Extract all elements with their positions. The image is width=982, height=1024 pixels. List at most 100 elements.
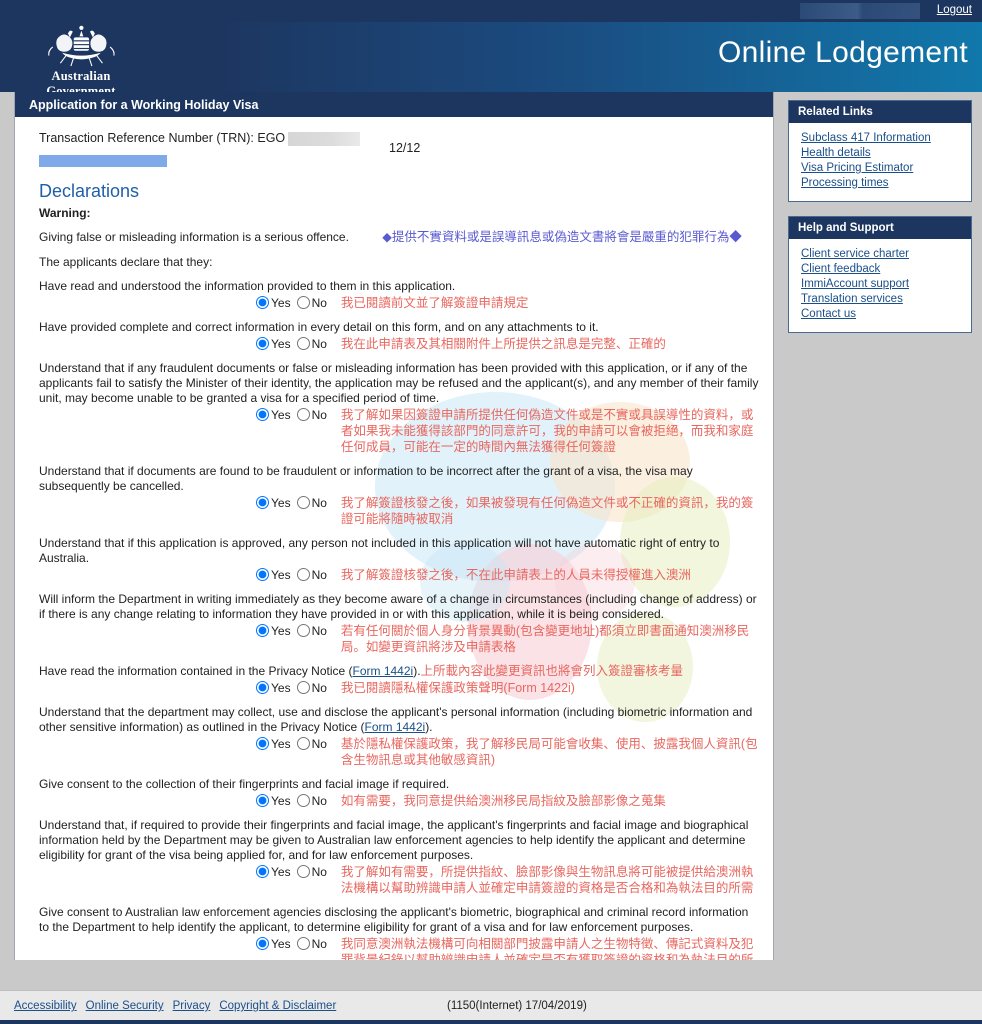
declaration-radio-group[interactable]: Yes No — [256, 736, 333, 751]
main-content-panel: Application for a Working Holiday Visa T… — [14, 92, 774, 960]
declaration-yes-radio[interactable] — [256, 865, 269, 878]
declaration-no-radio[interactable] — [296, 865, 310, 878]
declaration-no-radio[interactable] — [296, 568, 310, 581]
declaration-no-option[interactable]: No — [296, 794, 327, 808]
warning-annotation-zh: ◆提供不實資料或是誤導訊息或偽造文書將會是嚴重的犯罪行為◆ — [382, 230, 742, 244]
logout-link[interactable]: Logout — [937, 4, 972, 16]
declaration-no-radio[interactable] — [296, 737, 310, 750]
declaration-yes-radio[interactable] — [256, 937, 269, 950]
declaration-no-option[interactable]: No — [296, 865, 327, 879]
warning-text: Giving false or misleading information i… — [39, 230, 349, 244]
declaration-answer-row: Yes No 如有需要，我同意提供給澳洲移民局指紋及臉部影像之蒐集 — [39, 793, 759, 809]
declaration-radio-group[interactable]: Yes No — [256, 680, 333, 695]
declaration-answer-row: Yes No 我了解如有需要，所提供指紋、臉部影像與生物訊息將可能被提供給澳洲執法機… — [39, 864, 759, 896]
declaration-no-radio[interactable] — [296, 937, 310, 950]
sidebar-link[interactable]: ImmiAccount support — [801, 278, 971, 292]
declaration-yes-option[interactable]: Yes — [256, 496, 291, 510]
declaration-item: Give consent to the collection of their … — [39, 777, 759, 809]
privacy-notice-form-link[interactable]: Form 1442i — [364, 720, 425, 734]
declaration-no-option[interactable]: No — [296, 408, 327, 422]
declaration-yes-option[interactable]: Yes — [256, 624, 291, 638]
declaration-yes-radio[interactable] — [256, 681, 269, 694]
declaration-text: Understand that if any fraudulent docume… — [39, 361, 759, 405]
declaration-radio-group[interactable]: Yes No — [256, 567, 333, 582]
declaration-no-radio[interactable] — [296, 496, 310, 509]
declaration-item: Understand that if this application is a… — [39, 536, 759, 583]
declaration-radio-group[interactable]: Yes No — [256, 495, 333, 510]
declaration-no-option[interactable]: No — [296, 681, 327, 695]
sidebar-link[interactable]: Processing times — [801, 177, 971, 191]
coat-of-arms-icon — [47, 25, 115, 67]
declaration-annotation-zh: 我了解簽證核發之後，不在此申請表上的人員未得授權進入澳洲 — [340, 568, 691, 582]
declare-intro: The applicants declare that they: — [39, 255, 213, 269]
declaration-yes-radio[interactable] — [256, 337, 269, 350]
declaration-no-radio[interactable] — [296, 408, 310, 421]
declaration-yes-option[interactable]: Yes — [256, 737, 291, 751]
declaration-yes-option[interactable]: Yes — [256, 794, 291, 808]
declaration-item: Have read and understood the information… — [39, 279, 759, 311]
declaration-yes-option[interactable]: Yes — [256, 408, 291, 422]
declaration-answer-row: Yes No 我了解簽證核發之後，不在此申請表上的人員未得授權進入澳洲 — [39, 567, 759, 583]
declaration-yes-radio[interactable] — [256, 408, 269, 421]
declaration-no-radio[interactable] — [296, 794, 310, 807]
declaration-radio-group[interactable]: Yes No — [256, 623, 333, 638]
sidebar-link[interactable]: Contact us — [801, 308, 971, 322]
page-brand-title: Online Lodgement — [718, 36, 968, 69]
sidebar-link[interactable]: Translation services — [801, 293, 971, 307]
declaration-no-option[interactable]: No — [296, 337, 327, 351]
declaration-yes-option[interactable]: Yes — [256, 865, 291, 879]
declaration-no-option[interactable]: No — [296, 937, 327, 951]
declaration-radio-group[interactable]: Yes No — [256, 336, 333, 351]
declaration-yes-option[interactable]: Yes — [256, 296, 291, 310]
declaration-yes-option[interactable]: Yes — [256, 937, 291, 951]
declaration-answer-row: Yes No 我了解如果因簽證申請所提供任何偽造文件或是不實或具誤導性的資料，或者如… — [39, 407, 759, 455]
sidebar-link[interactable]: Subclass 417 Information — [801, 132, 971, 146]
sidebar-link[interactable]: Health details — [801, 147, 971, 161]
footer-link[interactable]: Privacy — [173, 1000, 211, 1012]
declaration-answer-row: Yes No 基於隱私權保護政策，我了解移民局可能會收集、使用、披露我個人資訊(包含… — [39, 736, 759, 768]
sidebar-link[interactable]: Client service charter — [801, 248, 971, 262]
declaration-no-option[interactable]: No — [296, 624, 327, 638]
declaration-yes-option[interactable]: Yes — [256, 568, 291, 582]
declaration-radio-group[interactable]: Yes No — [256, 936, 333, 951]
left-rail — [0, 92, 14, 990]
declaration-no-radio[interactable] — [296, 624, 310, 637]
declaration-item: Have provided complete and correct infor… — [39, 320, 759, 352]
declaration-yes-radio[interactable] — [256, 296, 269, 309]
declaration-no-option[interactable]: No — [296, 496, 327, 510]
sidebar-link[interactable]: Client feedback — [801, 263, 971, 277]
declaration-item: Understand that the department may colle… — [39, 705, 759, 768]
declaration-radio-group[interactable]: Yes No — [256, 793, 333, 808]
declaration-yes-radio[interactable] — [256, 496, 269, 509]
declaration-yes-radio[interactable] — [256, 737, 269, 750]
footer-build-info: (1150(Internet) 17/04/2019) — [447, 1000, 587, 1012]
declaration-answer-row: Yes No 若有任何關於個人身分背景異動(包含變更地址)都須立即書面通知澳洲移民局… — [39, 623, 759, 655]
declaration-no-radio[interactable] — [296, 337, 310, 350]
declaration-text: Understand that if this application is a… — [39, 536, 720, 565]
declaration-yes-option[interactable]: Yes — [256, 337, 291, 351]
declaration-no-option[interactable]: No — [296, 296, 327, 310]
footer-link[interactable]: Online Security — [86, 1000, 164, 1012]
declaration-no-option[interactable]: No — [296, 737, 327, 751]
declaration-yes-radio[interactable] — [256, 624, 269, 637]
redacted-user-block — [800, 3, 920, 19]
declaration-radio-group[interactable]: Yes No — [256, 407, 333, 422]
declaration-annotation-zh: 若有任何關於個人身分背景異動(包含變更地址)都須立即書面通知澳洲移民局。如變更資… — [340, 624, 750, 654]
declaration-yes-radio[interactable] — [256, 568, 269, 581]
declaration-yes-option[interactable]: Yes — [256, 681, 291, 695]
footer-link[interactable]: Accessibility — [14, 1000, 77, 1012]
declaration-annotation-zh: 我已閱讀隱私權保護政策聲明(Form 1422i) — [340, 681, 575, 695]
declaration-no-option[interactable]: No — [296, 568, 327, 582]
footer-link[interactable]: Copyright & Disclaimer — [219, 1000, 336, 1012]
site-footer: Accessibility Online Security Privacy Copyr… — [0, 990, 982, 1024]
progress-bar — [39, 155, 167, 167]
declaration-yes-radio[interactable] — [256, 794, 269, 807]
declaration-radio-group[interactable]: Yes No — [256, 295, 333, 310]
declaration-radio-group[interactable]: Yes No — [256, 864, 333, 879]
declaration-no-radio[interactable] — [296, 296, 310, 309]
declaration-no-radio[interactable] — [296, 681, 310, 694]
sidebar-link[interactable]: Visa Pricing Estimator — [801, 162, 971, 176]
privacy-notice-form-link[interactable]: Form 1442i — [353, 664, 414, 678]
page-counter: 12/12 — [389, 141, 421, 155]
declaration-annotation-zh: 我了解如有需要，所提供指紋、臉部影像與生物訊息將可能被提供給澳洲執法機構以幫助辨… — [340, 865, 754, 895]
